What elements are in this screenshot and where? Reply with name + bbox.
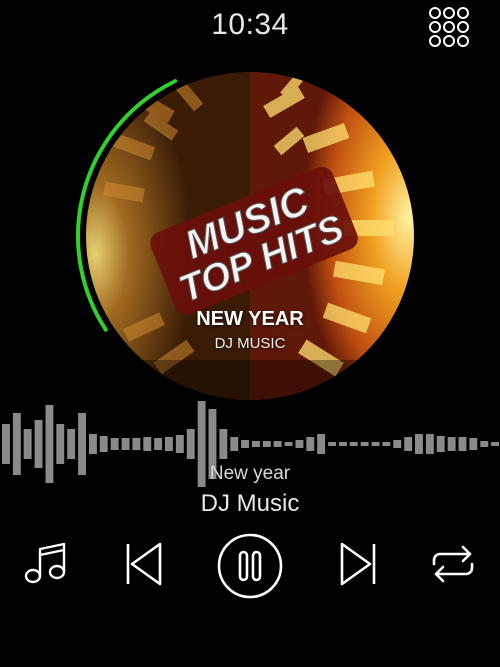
repeat-icon — [432, 545, 474, 583]
waveform-bar — [360, 442, 369, 446]
repeat-button[interactable] — [430, 544, 476, 584]
track-artist: DJ Music — [200, 490, 300, 517]
waveform-bar — [132, 438, 141, 450]
waveform-bar — [230, 437, 239, 451]
skip-next-icon — [340, 542, 376, 586]
skip-previous-icon — [126, 542, 162, 586]
waveform-bar — [67, 429, 76, 459]
waveform-bar — [480, 441, 489, 447]
waveform-bar — [284, 442, 293, 446]
waveform-bar — [328, 442, 336, 446]
waveform-bar — [143, 437, 152, 451]
waveform-bar — [491, 442, 499, 446]
music-note-icon — [24, 542, 66, 584]
waveform-bar — [262, 441, 271, 447]
waveform-bar — [165, 437, 173, 451]
waveform-bar — [382, 442, 391, 446]
waveform-bar — [371, 442, 380, 446]
waveform-bar — [306, 437, 315, 451]
play-pause-button[interactable] — [216, 532, 284, 600]
waveform-bar — [241, 440, 249, 448]
waveform-bar — [186, 429, 195, 459]
waveform-bar — [404, 437, 413, 451]
album-art-title: NEW YEAR — [196, 308, 304, 330]
previous-track-button[interactable] — [124, 540, 164, 588]
waveform-bar — [121, 438, 130, 450]
waveform-bar — [349, 442, 358, 446]
clock-time: 10:34 — [211, 8, 289, 41]
waveform-bar — [154, 438, 163, 450]
library-button[interactable] — [22, 540, 68, 586]
pause-icon — [217, 533, 283, 599]
waveform-bar — [175, 435, 184, 453]
album-art-image: MUSIC TOP HITS — [76, 62, 425, 411]
track-title: New year — [209, 463, 291, 484]
waveform-bar — [2, 424, 10, 464]
waveform-bar — [393, 440, 402, 448]
waveform-bar — [425, 434, 434, 454]
album-art-subtitle: DJ MUSIC — [214, 335, 286, 352]
apps-grid-icon — [429, 7, 469, 47]
waveform-bar — [447, 437, 456, 451]
waveform-bar — [110, 438, 119, 450]
waveform-bar — [34, 420, 43, 468]
waveform-bar — [252, 441, 260, 447]
waveform-bar — [469, 438, 478, 450]
next-track-button[interactable] — [338, 540, 378, 588]
waveform-bar — [219, 429, 228, 459]
waveform-bar — [99, 436, 108, 452]
waveform-bar — [295, 440, 304, 448]
album-art-disc[interactable]: MUSIC TOP HITS — [74, 60, 426, 412]
waveform-bar — [23, 429, 32, 459]
waveform-bar — [273, 441, 282, 447]
waveform-bar — [56, 424, 65, 464]
waveform-bar — [317, 434, 326, 454]
waveform-bar — [89, 434, 97, 454]
apps-grid-button[interactable] — [426, 4, 472, 50]
music-player-screen: 10:34 MUSIC TOP HITS NEW YEAR DJ MUSIC N… — [0, 0, 500, 667]
waveform-bar — [458, 437, 467, 451]
waveform-bar — [339, 442, 347, 446]
waveform-bar — [436, 436, 445, 452]
waveform-bar — [415, 434, 423, 454]
